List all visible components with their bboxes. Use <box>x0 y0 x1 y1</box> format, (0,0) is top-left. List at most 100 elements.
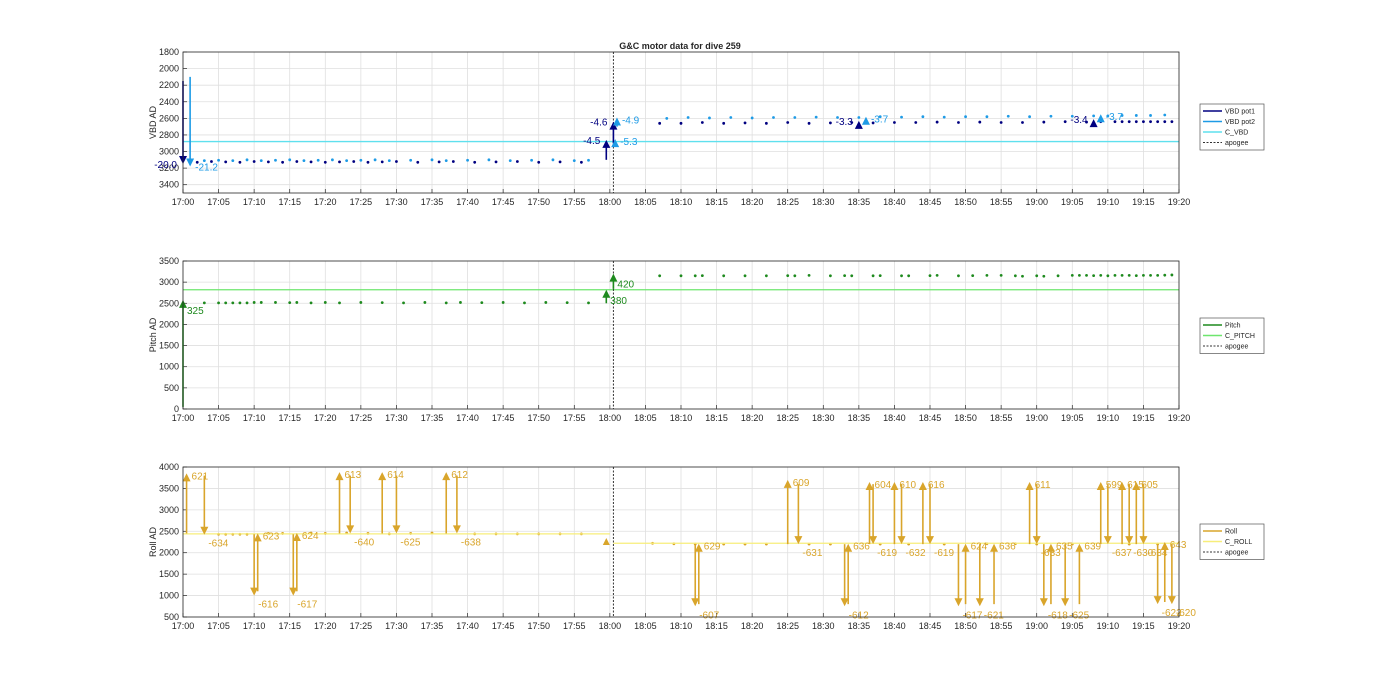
data-point <box>722 274 726 278</box>
data-point <box>971 274 975 277</box>
x-tick-label: 18:05 <box>634 197 657 207</box>
data-point <box>679 121 683 125</box>
legend-label: C_VBD <box>1225 130 1248 137</box>
data-point <box>914 121 918 124</box>
data-point <box>259 159 263 163</box>
y-tick-label: 2000 <box>159 64 179 74</box>
arrow-label: 420 <box>617 280 634 291</box>
arrow-label: 636 <box>999 542 1016 553</box>
data-point <box>231 159 235 163</box>
arrow-label: -625 <box>1069 610 1089 621</box>
arrow-label: -617 <box>297 600 317 611</box>
x-tick-label: 18:40 <box>883 621 906 631</box>
x-tick-label: 18:35 <box>848 197 871 207</box>
x-tick-label: 18:30 <box>812 621 835 631</box>
data-point <box>999 273 1003 277</box>
data-point <box>978 120 982 124</box>
data-point <box>1149 120 1152 124</box>
data-point <box>1149 114 1152 117</box>
y-tick-label: 3000 <box>159 505 179 515</box>
x-tick-label: 17:20 <box>314 621 337 631</box>
x-tick-label: 17:50 <box>527 621 550 631</box>
data-point <box>857 116 861 119</box>
x-tick-label: 17:15 <box>278 413 301 423</box>
arrow-label: 629 <box>704 542 721 553</box>
y-tick-label: 2500 <box>159 526 179 536</box>
data-point <box>1092 274 1096 277</box>
data-point <box>686 116 690 119</box>
data-point <box>558 160 562 164</box>
arrow-label: -607 <box>699 610 719 621</box>
y-tick-label: 3400 <box>159 180 179 190</box>
data-point <box>1134 274 1138 277</box>
x-tick-label: 19:05 <box>1061 621 1084 631</box>
x-tick-label: 18:50 <box>954 197 977 207</box>
data-point <box>1035 274 1039 278</box>
y-tick-label: 2000 <box>159 548 179 558</box>
x-tick-label: 18:25 <box>776 197 799 207</box>
data-point <box>900 274 903 278</box>
arrow-label: -3.3 <box>836 117 854 128</box>
data-point <box>202 301 206 305</box>
x-tick-label: 17:10 <box>243 197 266 207</box>
data-point <box>266 160 270 164</box>
data-point <box>288 301 292 305</box>
data-point <box>245 158 249 162</box>
data-point <box>700 274 704 277</box>
data-point <box>331 158 334 162</box>
data-point <box>1099 273 1103 277</box>
data-point <box>829 274 832 278</box>
data-point <box>380 160 384 164</box>
data-point <box>316 158 320 162</box>
data-point <box>1106 274 1110 278</box>
arrow-label: -621 <box>984 610 1004 621</box>
data-point <box>878 274 882 277</box>
x-tick-label: 17:45 <box>492 413 515 423</box>
x-tick-label: 18:15 <box>705 413 728 423</box>
data-point <box>814 115 818 119</box>
y-tick-label: 1000 <box>159 591 179 601</box>
arrow-label: 613 <box>345 470 362 481</box>
data-point <box>359 301 363 304</box>
x-tick-label: 18:55 <box>990 621 1013 631</box>
x-tick-label: 19:15 <box>1132 197 1155 207</box>
legend-label: VBD pot1 <box>1225 109 1255 116</box>
data-point <box>743 274 747 278</box>
data-point <box>1042 274 1046 278</box>
data-point <box>999 121 1003 124</box>
x-tick-label: 18:40 <box>883 413 906 423</box>
legend-label: C_ROLL <box>1225 539 1252 546</box>
data-point <box>1021 274 1024 278</box>
data-point <box>252 301 256 304</box>
y-tick-label: 1500 <box>159 341 179 351</box>
x-tick-label: 19:15 <box>1132 413 1155 423</box>
data-point <box>459 301 462 304</box>
y-tick-label: 500 <box>164 383 179 393</box>
x-tick-label: 17:10 <box>243 413 266 423</box>
y-tick-label: 4000 <box>159 462 179 472</box>
x-tick-label: 19:20 <box>1168 197 1191 207</box>
arrow-label: -612 <box>849 610 869 621</box>
x-tick-label: 19:00 <box>1025 413 1048 423</box>
data-point <box>786 274 790 277</box>
y-axis-label: Roll AD <box>148 526 158 557</box>
data-point <box>224 301 228 305</box>
x-tick-label: 18:30 <box>812 413 835 423</box>
x-tick-label: 17:10 <box>243 621 266 631</box>
data-point <box>807 121 811 125</box>
x-tick-label: 18:55 <box>990 197 1013 207</box>
data-point <box>722 121 726 125</box>
x-tick-label: 17:05 <box>207 621 230 631</box>
data-point <box>964 115 967 119</box>
x-tick-label: 18:45 <box>919 413 942 423</box>
data-point <box>1170 273 1174 277</box>
y-axis-label: VBD AD <box>148 105 158 139</box>
data-point <box>1006 114 1010 118</box>
arrow-label: 609 <box>793 478 810 489</box>
data-point <box>245 301 249 305</box>
x-tick-label: 17:45 <box>492 197 515 207</box>
x-tick-label: 19:05 <box>1061 197 1084 207</box>
data-point <box>473 160 477 164</box>
data-point <box>309 301 313 305</box>
data-point <box>772 116 775 119</box>
